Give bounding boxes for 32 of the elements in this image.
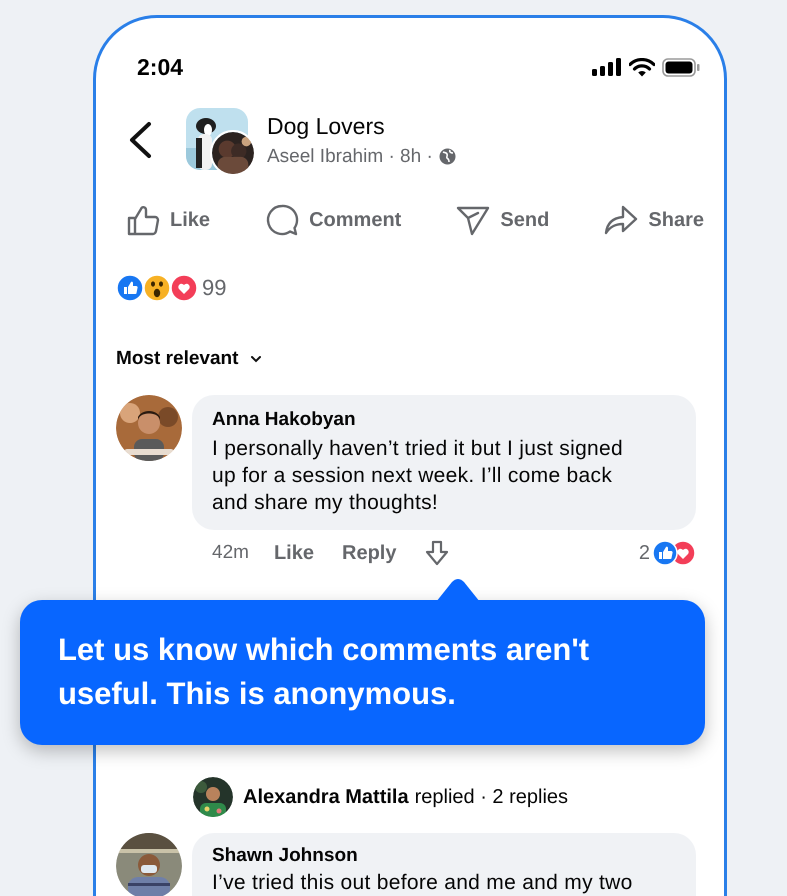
- post-byline: Aseel Ibrahim · 8h ·: [267, 146, 433, 168]
- globe-icon: [438, 148, 456, 165]
- commenter-name[interactable]: Shawn Johnson: [212, 845, 676, 867]
- reactions-icon: [652, 540, 696, 566]
- signal-icon: [592, 58, 622, 76]
- reply-link[interactable]: Reply: [342, 542, 396, 564]
- comment-time: 42m: [212, 542, 249, 564]
- like-action-button[interactable]: Like: [126, 203, 210, 237]
- downvote-icon[interactable]: [424, 540, 450, 566]
- reactions-icon: [116, 274, 198, 302]
- sort-dropdown[interactable]: Most relevant: [116, 348, 262, 370]
- share-action-button[interactable]: Share: [604, 203, 704, 237]
- commenter-name[interactable]: Anna Hakobyan: [212, 409, 676, 431]
- share-arrow-icon: [604, 203, 638, 237]
- status-time: 2:04: [137, 54, 184, 80]
- send-action-button[interactable]: Send: [456, 203, 550, 237]
- group-name[interactable]: Dog Lovers: [267, 112, 456, 140]
- comment-action-button[interactable]: Comment: [265, 203, 402, 237]
- comment-text: I personally haven’t tried it but I just signed up for a session next week. I’ll come back and share my thoughts!: [212, 436, 624, 516]
- wifi-icon: [629, 58, 655, 76]
- comment-text: I’ve tried this out before and me and my two: [212, 871, 634, 895]
- battery-icon: [662, 58, 700, 76]
- speech-bubble-icon: [265, 203, 300, 237]
- replier-name[interactable]: Alexandra Mattila: [243, 786, 409, 808]
- like-link[interactable]: Like: [274, 542, 314, 564]
- reaction-count[interactable]: 99: [202, 275, 226, 301]
- thumbs-up-icon: [126, 203, 160, 237]
- tooltip-text: Let us know which comments aren't useful. This is anonymous.: [58, 631, 590, 713]
- replies-link[interactable]: replied · 2 replies: [414, 786, 568, 808]
- reaction-count[interactable]: 2: [638, 542, 650, 564]
- chevron-down-icon: [250, 355, 262, 363]
- back-icon[interactable]: [127, 121, 153, 159]
